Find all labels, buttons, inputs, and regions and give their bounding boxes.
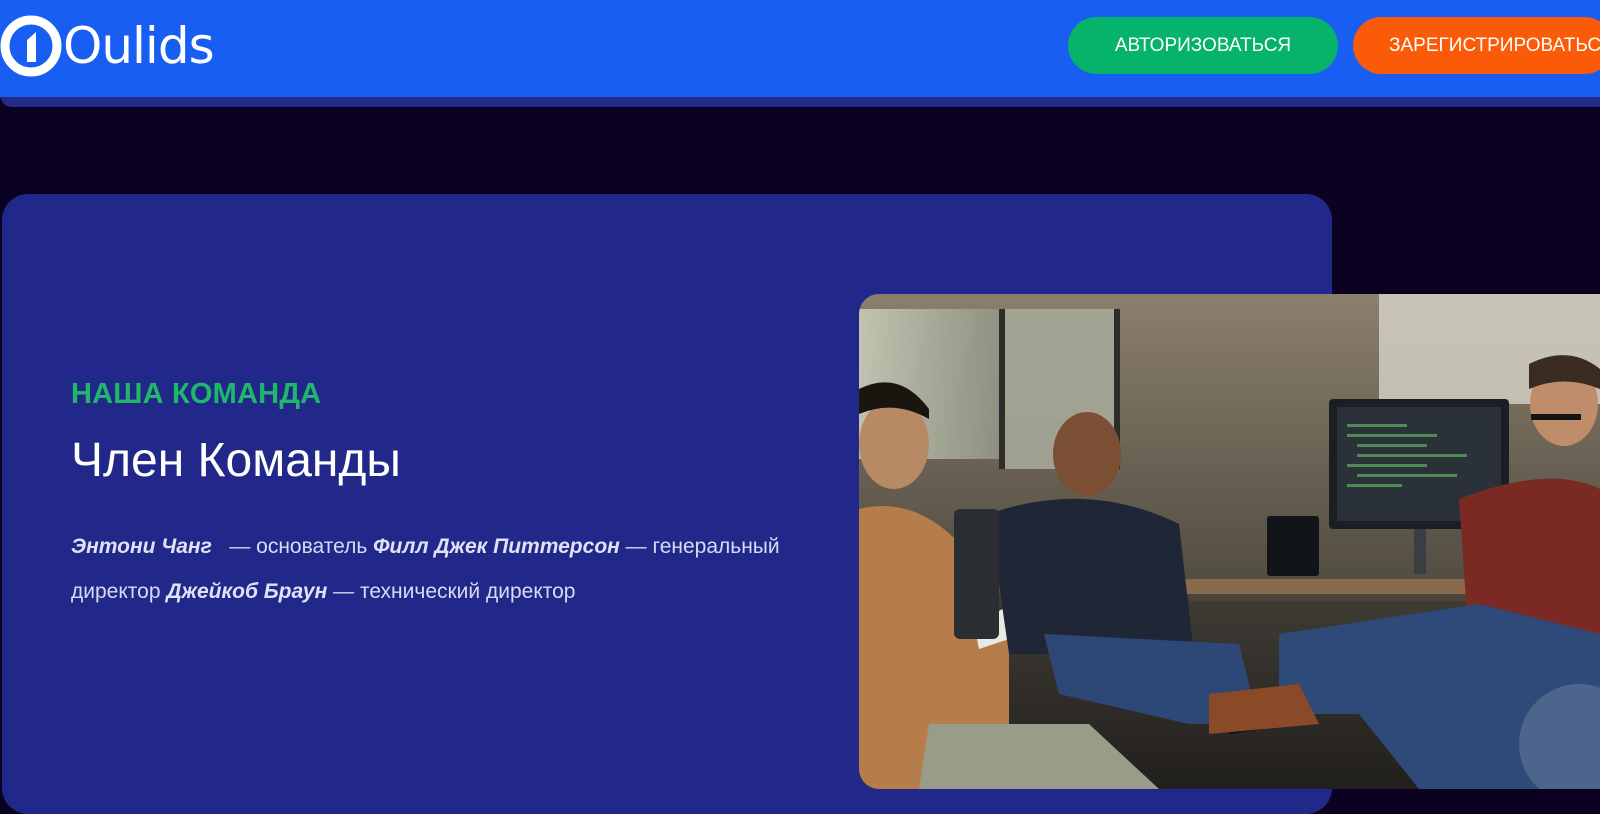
oulids-logo-icon bbox=[0, 15, 62, 77]
member-name: Филл Джек Питтерсон bbox=[373, 535, 620, 558]
login-button[interactable]: АВТОРИЗОВАТЬСЯ bbox=[1068, 17, 1338, 74]
logo-link[interactable]: Oulids bbox=[0, 13, 215, 79]
team-photo bbox=[859, 294, 1600, 789]
site-header: Oulids АВТОРИЗОВАТЬСЯ ЗАРЕГИСТРИРОВАТЬСЯ bbox=[0, 0, 1600, 97]
section-title: Член Команды bbox=[71, 434, 401, 487]
section-eyebrow: НАША КОМАНДА bbox=[71, 378, 322, 410]
member-name: Джейкоб Браун bbox=[166, 580, 328, 603]
member-role: — основатель bbox=[229, 535, 368, 558]
logo-text: Oulids bbox=[63, 17, 215, 75]
member-name: Энтони Чанг bbox=[71, 535, 212, 558]
team-description: Энтони Чанг — основатель Филл Джек Питте… bbox=[71, 524, 791, 614]
register-button[interactable]: ЗАРЕГИСТРИРОВАТЬСЯ bbox=[1353, 17, 1600, 74]
member-role: — технический директор bbox=[333, 580, 576, 603]
